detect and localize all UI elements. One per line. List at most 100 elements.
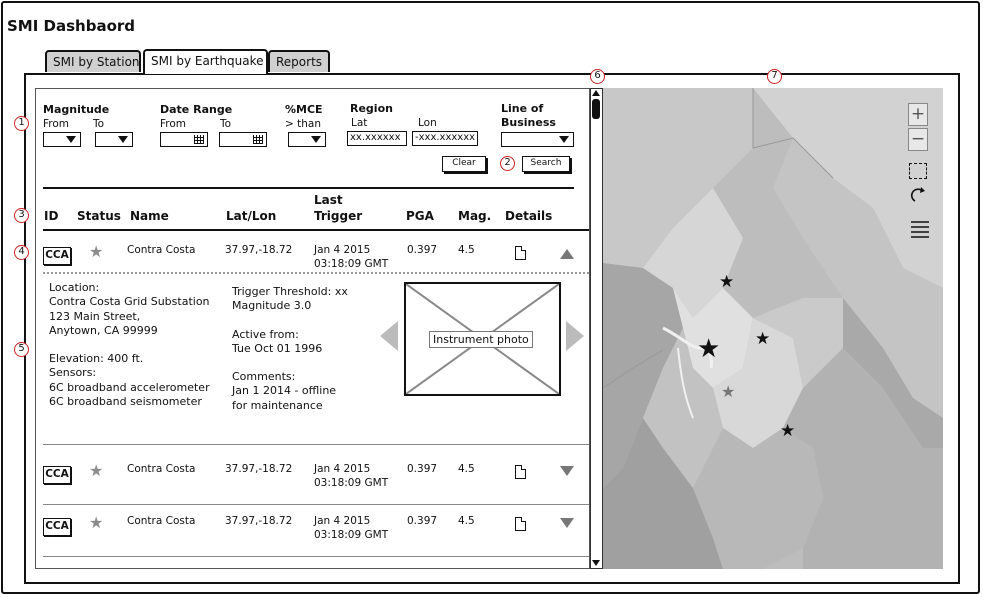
callout-1: 1	[14, 116, 29, 131]
mce-greater-label: > than	[285, 118, 321, 130]
photo-label: Instrument photo	[429, 331, 533, 348]
magnitude-label: Magnitude	[43, 103, 110, 116]
row-divider	[43, 444, 589, 445]
document-icon[interactable]	[515, 517, 526, 531]
scroll-down-icon[interactable]	[592, 560, 600, 566]
row-id-button[interactable]: CCA	[43, 518, 71, 536]
row-divider	[43, 556, 589, 557]
sensor-1: 6C broadband accelerometer	[49, 380, 210, 394]
row-trigger-date: Jan 4 2015	[314, 244, 371, 256]
photo-next-icon[interactable]	[566, 321, 584, 351]
region-label: Region	[350, 102, 393, 115]
callout-2: 2	[500, 156, 515, 171]
collapse-up-icon[interactable]	[560, 249, 574, 259]
expand-down-icon[interactable]	[560, 466, 574, 476]
header-id: ID	[44, 209, 59, 223]
date-from-input[interactable]	[160, 132, 208, 147]
row-latlon: 37.97,-18.72	[225, 463, 293, 475]
list-scrollbar[interactable]	[590, 88, 603, 569]
line-of-business-select[interactable]	[501, 132, 574, 147]
map-view[interactable]: ★ ★ ★ ★ ★ + −	[603, 88, 943, 569]
star-icon[interactable]: ★	[89, 463, 103, 479]
star-icon[interactable]: ★	[89, 244, 103, 260]
scroll-up-icon[interactable]	[592, 90, 600, 96]
document-icon[interactable]	[515, 465, 526, 479]
row-mag: 4.5	[458, 244, 475, 256]
document-icon[interactable]	[515, 246, 526, 260]
callout-5: 5	[14, 342, 29, 357]
row-detail-divider	[43, 272, 589, 274]
star-icon[interactable]: ★	[89, 515, 103, 531]
location-name: Contra Costa Grid Substation	[49, 295, 210, 309]
elevation: Elevation: 400 ft.	[49, 352, 144, 366]
undo-icon[interactable]	[910, 187, 928, 203]
date-from-label: From	[160, 118, 187, 130]
header-name: Name	[130, 209, 169, 223]
comments-line1: Jan 1 2014 - offline	[232, 384, 337, 398]
select-area-icon[interactable]	[909, 163, 927, 179]
row-trigger-time: 03:18:09 GMT	[314, 477, 389, 489]
magnitude-from-label: From	[43, 118, 70, 130]
lob-label-line1: Line of	[501, 102, 544, 115]
header-divider	[43, 229, 589, 231]
row-name: Contra Costa	[127, 515, 196, 527]
date-range-label: Date Range	[160, 103, 233, 116]
lat-label: Lat	[351, 117, 368, 129]
layers-icon[interactable]	[909, 219, 931, 241]
callout-3: 3	[14, 208, 29, 223]
calendar-icon[interactable]	[194, 135, 204, 144]
map-terrain	[603, 88, 943, 569]
map-marker-star-icon[interactable]: ★	[721, 384, 735, 400]
clear-button[interactable]: Clear	[442, 156, 486, 172]
header-mag: Mag.	[458, 209, 492, 223]
map-marker-selected-star-icon[interactable]: ★	[697, 336, 720, 362]
detail-location-block: Location: Contra Costa Grid Substation 1…	[49, 281, 210, 409]
row-id-button[interactable]: CCA	[43, 247, 71, 265]
expand-down-icon[interactable]	[560, 518, 574, 528]
map-marker-star-icon[interactable]: ★	[780, 423, 795, 440]
search-button[interactable]: Search	[522, 156, 570, 172]
row-mag: 4.5	[458, 463, 475, 475]
tab-smi-by-earthquake[interactable]: SMI by Earthquake	[143, 49, 268, 74]
lon-label: Lon	[418, 117, 437, 129]
tab-reports[interactable]: Reports	[268, 50, 330, 72]
row-pga: 0.397	[407, 515, 438, 527]
row-id-button[interactable]: CCA	[43, 466, 71, 484]
date-to-label: To	[220, 118, 232, 130]
active-from-value: Tue Oct 01 1996	[232, 341, 323, 355]
zoom-in-button[interactable]: +	[908, 103, 928, 126]
map-marker-star-icon[interactable]: ★	[719, 274, 734, 291]
header-trigger: Trigger	[314, 209, 363, 223]
row-pga: 0.397	[407, 463, 438, 475]
row-name: Contra Costa	[127, 244, 196, 256]
sensors-label: Sensors:	[49, 366, 97, 380]
header-pga: PGA	[406, 209, 434, 223]
map-marker-star-icon[interactable]: ★	[755, 331, 770, 348]
comments-line2: for maintenance	[232, 398, 323, 412]
row-name: Contra Costa	[127, 463, 196, 475]
callout-7: 7	[767, 69, 782, 84]
calendar-icon[interactable]	[253, 135, 263, 144]
row-trigger-date: Jan 4 2015	[314, 463, 371, 475]
scroll-thumb[interactable]	[592, 99, 600, 119]
sensor-2: 6C broadband seismometer	[49, 395, 202, 409]
zoom-out-button[interactable]: −	[908, 128, 928, 151]
header-details: Details	[505, 209, 553, 223]
instrument-photo: Instrument photo	[404, 282, 561, 396]
photo-prev-icon[interactable]	[380, 321, 398, 351]
header-latlon: Lat/Lon	[226, 209, 277, 223]
trigger-magnitude: Magnitude 3.0	[232, 299, 312, 313]
magnitude-to-select[interactable]	[95, 132, 133, 147]
magnitude-from-select[interactable]	[43, 132, 81, 147]
detail-trigger-block: Trigger Threshold: xx Magnitude 3.0 Acti…	[232, 285, 348, 413]
comments-label: Comments:	[232, 370, 296, 384]
lat-input[interactable]: xx.xxxxxx	[347, 131, 407, 146]
header-last: Last	[314, 193, 343, 207]
lob-label-line2: Business	[501, 116, 556, 129]
tab-smi-by-station[interactable]: SMI by Station	[45, 50, 141, 72]
row-latlon: 37.97,-18.72	[225, 244, 293, 256]
row-mag: 4.5	[458, 515, 475, 527]
mce-select[interactable]	[288, 132, 326, 147]
date-to-input[interactable]	[219, 132, 267, 147]
lon-input[interactable]: -xxx.xxxxxx	[412, 131, 478, 146]
